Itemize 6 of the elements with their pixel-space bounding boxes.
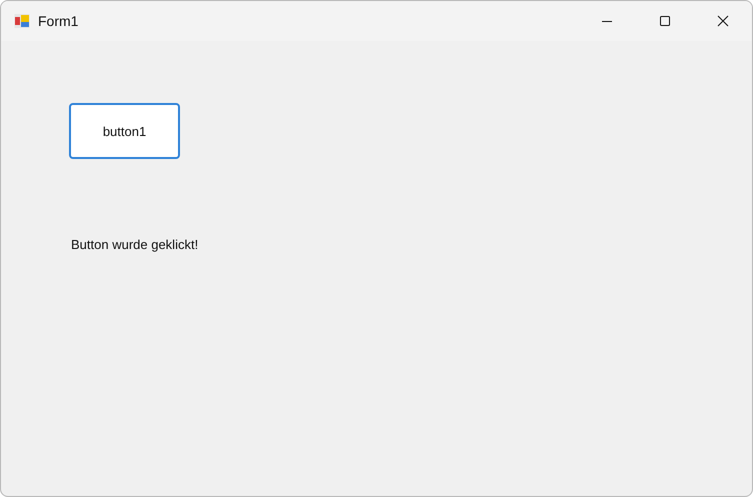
app-icon xyxy=(14,13,30,29)
status-label: Button wurde geklickt! xyxy=(71,237,198,252)
maximize-icon xyxy=(659,15,671,27)
window-title: Form1 xyxy=(38,13,78,29)
form-button[interactable]: button1 xyxy=(69,103,180,159)
close-icon xyxy=(717,15,729,27)
